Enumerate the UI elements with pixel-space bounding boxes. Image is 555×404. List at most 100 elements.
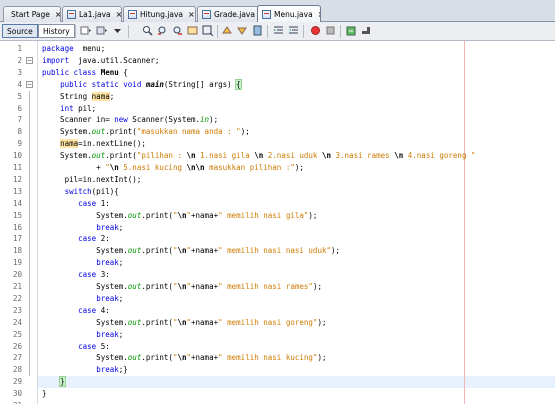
find-next-icon[interactable] (172, 25, 183, 36)
code-editor[interactable]: 1 2−3 4−5 6 7 8 9 10 11 12 13 14 15 16 17 18 19 20 21 22 23 2… (0, 41, 555, 404)
code-token: ); (209, 115, 219, 125)
start-macro-icon[interactable] (310, 25, 321, 36)
code-line[interactable]: pil=in.nextInt(); (42, 174, 142, 186)
tab-menu-java[interactable]: Menu.java × (257, 5, 321, 23)
line-number: 21 (12, 282, 22, 291)
code-area[interactable]: package menu; import java.util.Scanner; pu… (38, 41, 555, 404)
code-line[interactable]: case 2: (42, 233, 110, 245)
java-file-icon (262, 10, 271, 19)
code-token: .print( (105, 151, 137, 161)
code-line[interactable]: case 1: (42, 198, 110, 210)
close-icon[interactable]: × (188, 10, 195, 19)
code-line[interactable]: public static void main(String[] args) { (42, 78, 242, 91)
code-line[interactable]: case 4: (42, 305, 110, 317)
right-margin-line (464, 41, 465, 404)
code-token: \n (254, 151, 264, 161)
line-number: 30 (12, 389, 22, 399)
fold-toggle-icon[interactable]: − (26, 56, 33, 64)
previous-bookmark-icon[interactable] (222, 25, 233, 36)
line-number: 24 (12, 317, 22, 327)
source-view-button[interactable]: Source (2, 24, 38, 38)
toggle-highlight-icon[interactable] (187, 25, 198, 36)
code-token: (pil){ (91, 186, 119, 196)
code-token: out (127, 246, 142, 256)
code-line[interactable]: System.out.print("pilihan : \n 1.nasi gi… (42, 150, 475, 162)
find-previous-icon[interactable] (157, 25, 168, 36)
code-line[interactable]: System.out.print("\n"+nama+" memilih nas… (42, 210, 317, 222)
code-token: masukkan pilihan :" (204, 163, 295, 172)
code-token: case (78, 198, 97, 208)
code-line[interactable]: Scanner in= new Scanner(System.in); (42, 114, 218, 126)
toggle-rect-selection-icon[interactable] (202, 25, 213, 36)
code-line[interactable]: System.out.print("masukkan nama anda : "… (42, 126, 250, 138)
code-line[interactable]: break; (42, 257, 123, 269)
code-token: .print( (141, 353, 173, 363)
code-token: ; (118, 258, 124, 268)
tab-hitung-java[interactable]: Hitung.java × (123, 6, 196, 22)
dropdown-icon[interactable] (112, 25, 123, 36)
navigate-forward-icon[interactable] (96, 25, 107, 36)
code-token: nama (60, 139, 79, 149)
fold-guide (29, 90, 30, 377)
stop-macro-icon[interactable] (325, 25, 336, 36)
tab-label: Start Page (11, 10, 50, 19)
uncomment-icon[interactable] (361, 25, 372, 36)
code-line[interactable]: case 3: (42, 269, 110, 281)
code-token: break (96, 293, 119, 303)
code-line[interactable]: } (42, 388, 47, 400)
code-token: ; (118, 222, 124, 232)
code-line[interactable]: String nama; (42, 91, 114, 103)
code-line[interactable]: System.out.print("\n"+nama+" memilih nas… (42, 352, 326, 364)
code-line[interactable]: switch(pil){ (42, 186, 119, 198)
code-token: pil; (73, 103, 97, 113)
code-token: .print( (141, 282, 173, 291)
code-token: ); (294, 163, 304, 172)
code-line[interactable]: public class Menu { (42, 67, 128, 79)
history-view-button[interactable]: History (38, 24, 75, 38)
fold-toggle-icon[interactable]: − (26, 80, 33, 88)
code-line[interactable]: nama=in.nextLine(); (42, 138, 146, 150)
code-line[interactable]: } (42, 376, 66, 388)
code-line[interactable]: import java.util.Scanner; (42, 55, 159, 67)
code-line[interactable]: System.out.print("\n"+nama+" memilih nas… (42, 317, 326, 329)
code-line[interactable]: case 5: (42, 341, 110, 353)
tab-grade-java[interactable]: Grade.java × (197, 6, 263, 22)
code-token: System. (42, 246, 128, 256)
code-line[interactable]: System.out.print("\n"+nama+" memilih nas… (42, 245, 340, 257)
code-line[interactable]: break; (42, 222, 123, 234)
code-token: \n (109, 163, 119, 172)
tab-label: La1.java (79, 10, 111, 19)
line-number: 13 (12, 186, 22, 196)
code-line[interactable]: break; (42, 293, 123, 305)
shift-right-icon[interactable] (288, 25, 299, 36)
toggle-bookmark-icon[interactable] (252, 25, 263, 36)
editor-toolbar: Source History (0, 22, 555, 41)
toolbar-separator (128, 25, 129, 38)
close-icon[interactable]: × (318, 10, 320, 19)
tab-start-page[interactable]: Start Page × (3, 6, 61, 22)
close-icon[interactable]: × (55, 10, 60, 19)
code-token: " memilih nasi gila" (218, 210, 309, 220)
tab-la1-java[interactable]: La1.java × (62, 6, 122, 22)
code-line[interactable]: break; (42, 329, 123, 341)
close-icon[interactable]: × (116, 10, 121, 19)
code-line[interactable]: System.out.print("\n"+nama+" memilih nas… (42, 281, 322, 293)
search-icon[interactable] (142, 25, 153, 36)
comment-icon[interactable] (346, 25, 357, 36)
line-number: 1 (17, 44, 22, 53)
shift-left-icon[interactable] (273, 25, 284, 36)
code-line[interactable]: int pil; (42, 103, 96, 115)
code-line[interactable]: package menu; (42, 43, 105, 55)
line-number: 6 (17, 103, 22, 113)
navigate-back-icon[interactable] (80, 25, 91, 36)
code-line[interactable]: break;} (42, 364, 128, 376)
next-bookmark-icon[interactable] (237, 25, 248, 36)
code-token: +nama+ (191, 282, 219, 291)
code-line[interactable]: + "\n 5.nasi kucing \n\n masukkan piliha… (42, 162, 304, 174)
